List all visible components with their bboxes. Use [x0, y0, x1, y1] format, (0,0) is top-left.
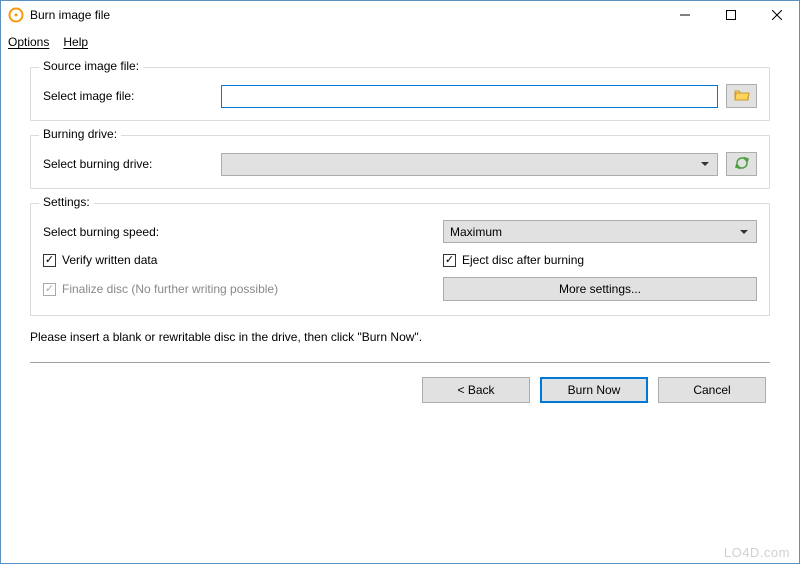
burning-speed-select[interactable]: Maximum	[443, 220, 757, 243]
minimize-button[interactable]	[662, 0, 708, 30]
cancel-button[interactable]: Cancel	[658, 377, 766, 403]
menu-help[interactable]: Help	[63, 35, 88, 49]
close-button[interactable]	[754, 0, 800, 30]
group-settings-legend: Settings:	[39, 195, 94, 209]
watermark: LO4D.com	[724, 545, 790, 560]
verify-checkbox[interactable]: ✓	[43, 254, 56, 267]
browse-button[interactable]	[726, 84, 757, 108]
group-source: Source image file: Select image file:	[30, 67, 770, 121]
divider	[30, 362, 770, 363]
more-settings-button[interactable]: More settings...	[443, 277, 757, 301]
group-source-legend: Source image file:	[39, 59, 143, 73]
speed-label: Select burning speed:	[43, 225, 443, 239]
finalize-label: Finalize disc (No further writing possib…	[62, 282, 278, 296]
burning-drive-select[interactable]	[221, 153, 718, 176]
drive-label: Select burning drive:	[43, 157, 213, 171]
refresh-icon	[734, 155, 750, 174]
window-title: Burn image file	[30, 8, 110, 22]
source-label: Select image file:	[43, 89, 213, 103]
burn-now-button[interactable]: Burn Now	[540, 377, 648, 403]
group-settings: Settings: Select burning speed: Maximum …	[30, 203, 770, 316]
verify-label: Verify written data	[62, 253, 157, 267]
burning-speed-value: Maximum	[450, 225, 502, 239]
group-drive: Burning drive: Select burning drive:	[30, 135, 770, 189]
eject-label: Eject disc after burning	[462, 253, 584, 267]
menubar: Options Help	[0, 31, 800, 53]
finalize-checkbox: ✓	[43, 283, 56, 296]
disc-icon	[8, 7, 24, 23]
eject-checkbox[interactable]: ✓	[443, 254, 456, 267]
menu-options[interactable]: Options	[8, 35, 49, 49]
instruction-text: Please insert a blank or rewritable disc…	[30, 330, 770, 344]
titlebar: Burn image file	[0, 0, 800, 31]
refresh-button[interactable]	[726, 152, 757, 176]
folder-icon	[734, 88, 750, 105]
image-file-input[interactable]	[221, 85, 718, 108]
group-drive-legend: Burning drive:	[39, 127, 121, 141]
back-button[interactable]: < Back	[422, 377, 530, 403]
maximize-button[interactable]	[708, 0, 754, 30]
footer-buttons: < Back Burn Now Cancel	[30, 377, 770, 403]
window-controls	[662, 0, 800, 30]
